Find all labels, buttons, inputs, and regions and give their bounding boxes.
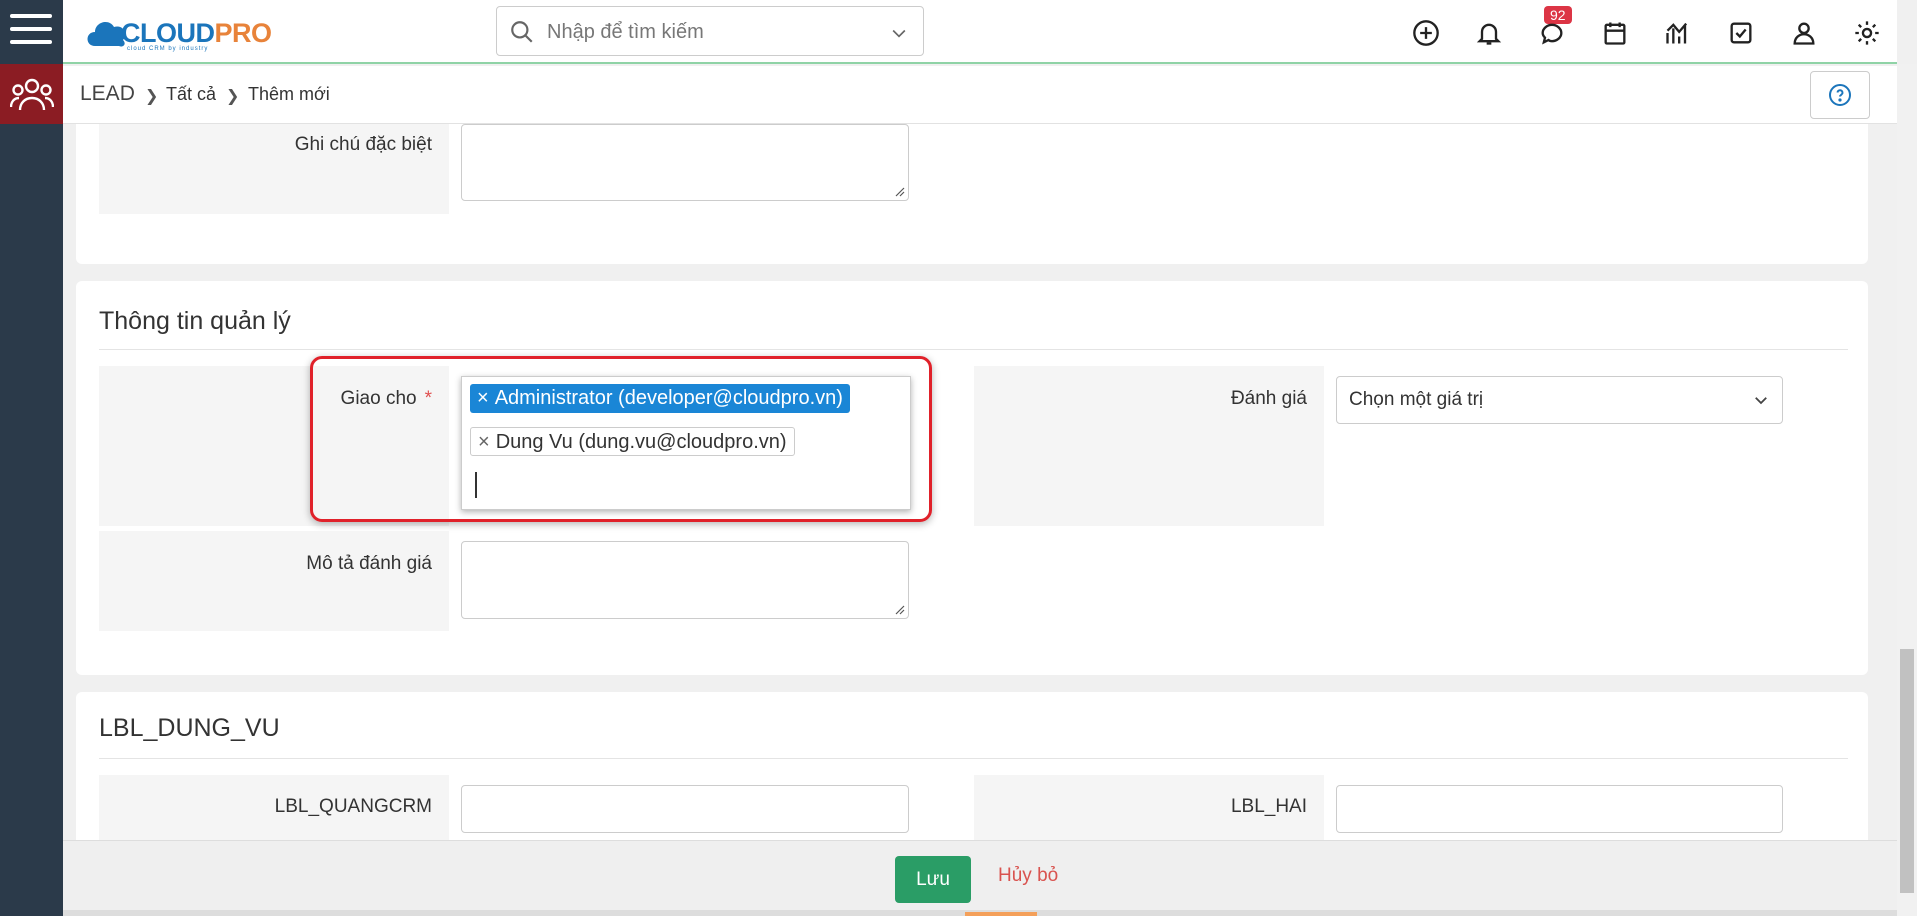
form-footer: Lưu Hủy bỏ	[63, 840, 1897, 916]
remove-icon[interactable]: ×	[477, 387, 489, 409]
calendar-icon[interactable]	[1600, 18, 1630, 48]
breadcrumb: LEAD ❯ Tất cả ❯ Thêm mới	[63, 66, 1897, 124]
rating-desc-textarea[interactable]	[461, 541, 909, 619]
scrollbar-thumb[interactable]	[1900, 649, 1914, 893]
breadcrumb-module[interactable]: LEAD	[80, 82, 135, 106]
special-note-textarea[interactable]	[461, 124, 909, 201]
search-icon	[511, 21, 533, 43]
assignee-tag[interactable]: × Dung Vu (dung.vu@cloudpro.vn)	[470, 427, 795, 456]
logo-tagline: cloud CRM by industry	[127, 46, 209, 52]
rating-select[interactable]: Chọn một giá trị	[1336, 376, 1783, 424]
rating-label: Đánh giá	[1230, 388, 1307, 409]
cloudpro-logo[interactable]: CLOUDPRO cloud CRM by industry	[83, 12, 272, 52]
bell-icon[interactable]	[1474, 18, 1504, 48]
chevron-right-icon: ❯	[226, 88, 240, 105]
save-button[interactable]: Lưu	[895, 856, 971, 903]
scrollbar[interactable]	[1897, 64, 1917, 916]
text-caret[interactable]	[475, 472, 477, 498]
assign-multiselect[interactable]: × Administrator (developer@cloudpro.vn) ×…	[461, 376, 911, 510]
quangcrm-input[interactable]	[461, 785, 909, 833]
resize-grip-icon[interactable]	[893, 185, 905, 197]
section-title: LBL_DUNG_VU	[99, 714, 280, 742]
hai-label: LBL_HAI	[1230, 796, 1307, 817]
user-icon[interactable]	[1789, 18, 1819, 48]
rating-selected-value: Chọn một giá trị	[1349, 389, 1484, 410]
hai-input[interactable]	[1336, 785, 1783, 833]
chevron-right-icon: ❯	[145, 88, 159, 105]
chart-icon[interactable]	[1663, 18, 1693, 48]
top-bar: CLOUDPRO cloud CRM by industry Nhập để t…	[63, 0, 1897, 64]
divider	[99, 758, 1848, 759]
chevron-down-icon[interactable]	[889, 23, 909, 43]
chat-icon[interactable]	[1537, 18, 1567, 48]
hamburger-menu-icon[interactable]	[10, 14, 52, 48]
section-management: Thông tin quản lý Giao cho * × Administrat…	[76, 281, 1868, 675]
quangcrm-label: LBL_QUANGCRM	[274, 796, 432, 817]
left-rail	[0, 0, 63, 916]
breadcrumb-current: Thêm mới	[248, 84, 330, 104]
global-search[interactable]: Nhập để tìm kiếm	[496, 6, 924, 56]
rating-desc-label-box	[99, 531, 449, 631]
gear-icon[interactable]	[1852, 18, 1882, 48]
logo-text: CLOUDPRO	[121, 18, 272, 48]
breadcrumb-list[interactable]: Tất cả	[166, 84, 216, 105]
bottom-accent	[965, 912, 1037, 916]
help-button[interactable]	[1810, 71, 1870, 119]
assignee-tag-selected[interactable]: × Administrator (developer@cloudpro.vn)	[470, 384, 850, 413]
search-placeholder: Nhập để tìm kiếm	[547, 21, 704, 43]
rating-desc-label: Mô tả đánh giá	[306, 553, 432, 574]
leads-module-icon[interactable]	[0, 64, 63, 124]
remove-icon[interactable]: ×	[478, 431, 490, 453]
section-title: Thông tin quản lý	[99, 307, 291, 335]
divider	[99, 349, 1848, 350]
resize-grip-icon[interactable]	[893, 603, 905, 615]
plus-circle-icon[interactable]	[1411, 18, 1441, 48]
section-previous: Ghi chú đặc biệt	[76, 124, 1868, 264]
question-icon	[1829, 84, 1851, 106]
section-custom: LBL_DUNG_VU LBL_QUANGCRM LBL_HAI	[76, 692, 1868, 840]
form-content: Ghi chú đặc biệt Thông tin quản lý Giao …	[63, 124, 1897, 840]
cancel-button[interactable]: Hủy bỏ	[998, 865, 1058, 887]
chevron-down-icon	[1755, 397, 1767, 405]
special-note-label: Ghi chú đặc biệt	[294, 134, 432, 155]
checkbox-icon[interactable]	[1726, 18, 1756, 48]
